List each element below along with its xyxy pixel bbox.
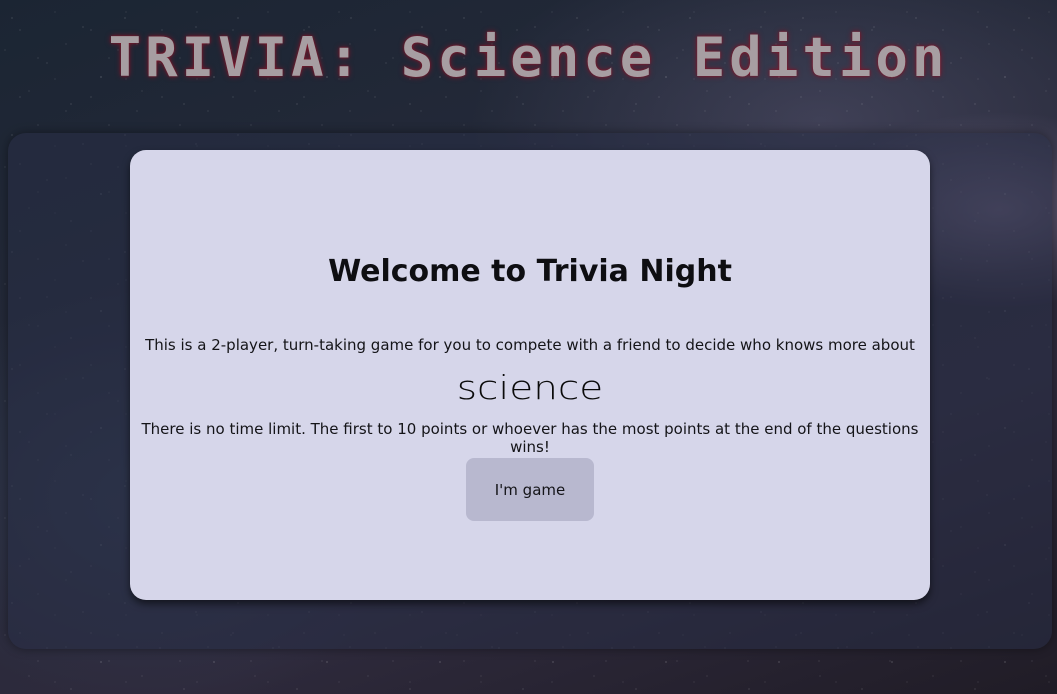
modal-rules: There is no time limit. The first to 10 … xyxy=(141,420,919,456)
start-game-button[interactable]: I'm game xyxy=(466,458,594,521)
modal-title: Welcome to Trivia Night xyxy=(328,254,732,289)
subject-word: science xyxy=(456,368,604,407)
welcome-modal: Welcome to Trivia Night This is a 2-play… xyxy=(130,150,930,600)
modal-description: This is a 2-player, turn-taking game for… xyxy=(145,336,915,354)
page-title: TRIVIA: Science Edition xyxy=(108,26,949,89)
